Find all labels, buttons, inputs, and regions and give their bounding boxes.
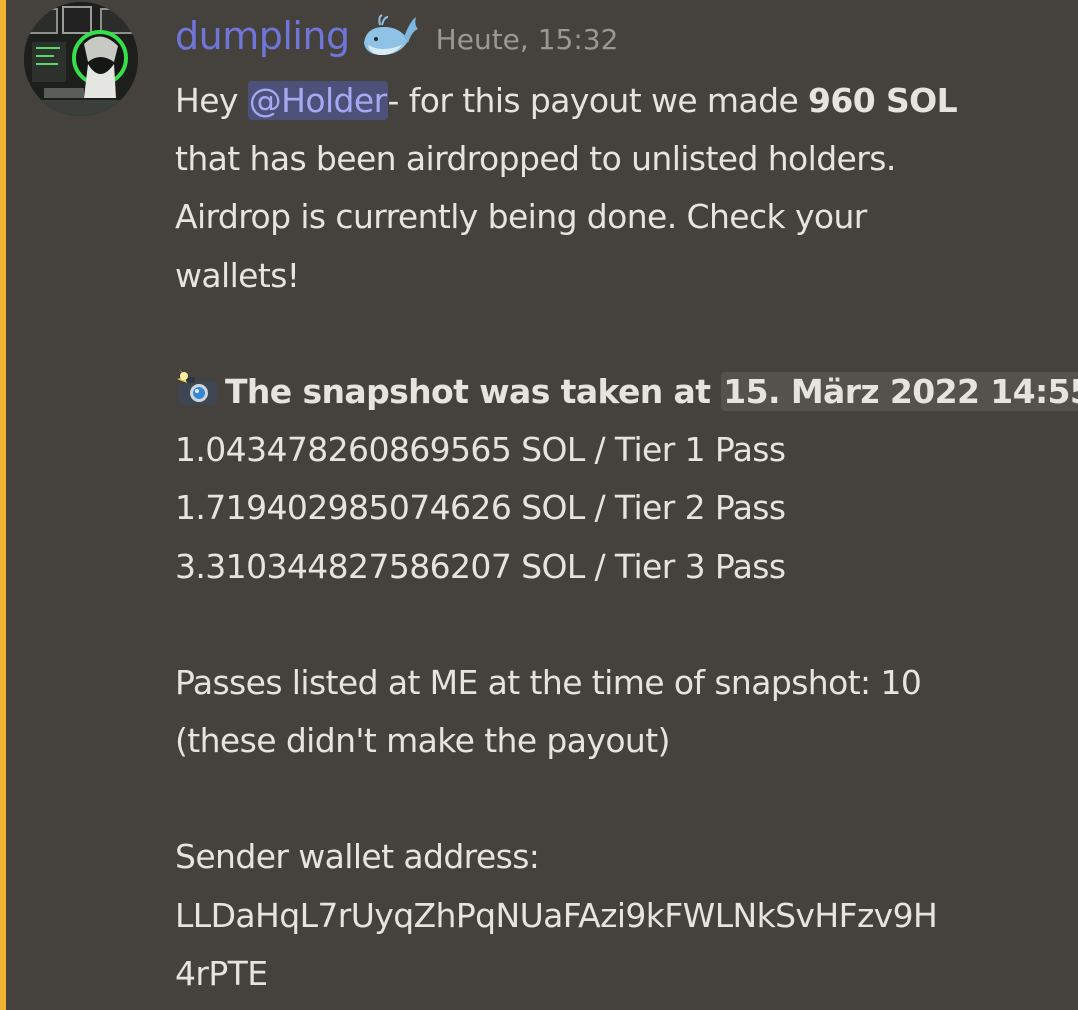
message-line: Hey @Holder- for this payout we made 960… <box>175 72 1070 130</box>
snapshot-timestamp[interactable]: 15. März 2022 14:55 <box>721 371 1078 411</box>
text-segment: Hey <box>175 81 248 120</box>
wallet-address: LLDaHqL7rUyqZhPqNUaFAzi9kFWLNkSvHFzv9H <box>175 895 938 935</box>
message-content: Hey @Holder- for this payout we made 960… <box>175 72 1078 1003</box>
text-segment: - for this payout we made <box>387 81 809 120</box>
chat-message: dumpling Heute, 15:32 Hey @Holder- for t… <box>0 0 1078 1010</box>
tier-line: 1.043478260869565 SOL / Tier 1 Pass <box>175 430 786 470</box>
bold-amount: 960 SOL <box>808 81 958 120</box>
message-line: that has been airdropped to unlisted hol… <box>175 139 896 179</box>
username[interactable]: dumpling <box>175 14 350 58</box>
listed-note-line: (these didn't make the payout) <box>175 721 670 761</box>
tier-line: 3.310344827586207 SOL / Tier 3 Pass <box>175 546 786 586</box>
mention-highlight-bar <box>0 0 6 1010</box>
snapshot-line: The snapshot was taken at 15. März 2022 … <box>175 363 1078 421</box>
snapshot-text: The snapshot was taken at <box>225 371 722 411</box>
message-line: Airdrop is currently being done. Check y… <box>175 197 867 237</box>
listed-line: Passes listed at ME at the time of snaps… <box>175 662 922 702</box>
role-mention[interactable]: @Holder <box>247 81 388 120</box>
message-header: dumpling Heute, 15:32 <box>175 8 618 64</box>
message-line: wallets! <box>175 255 300 295</box>
avatar[interactable] <box>24 2 138 116</box>
camera-flash-icon <box>175 367 221 409</box>
message-timestamp[interactable]: Heute, 15:32 <box>436 23 619 56</box>
wallet-address: 4rPTE <box>175 953 268 993</box>
sender-label: Sender wallet address: <box>175 837 540 877</box>
whale-icon <box>360 13 420 63</box>
tier-line: 1.719402985074626 SOL / Tier 2 Pass <box>175 488 786 528</box>
